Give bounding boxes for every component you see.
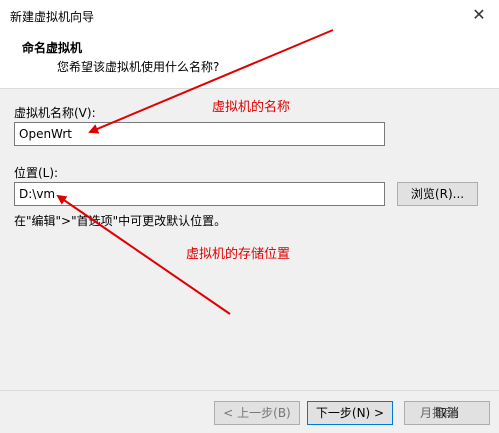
arrow-to-location bbox=[56, 194, 231, 315]
annotation-arrows bbox=[56, 29, 334, 315]
next-button[interactable]: 下一步(N) > bbox=[307, 401, 393, 425]
footer-divider bbox=[0, 390, 499, 391]
watermark: 月指南 bbox=[420, 406, 457, 420]
arrow-to-name bbox=[88, 29, 334, 134]
back-button[interactable]: < 上一步(B) bbox=[214, 401, 300, 425]
